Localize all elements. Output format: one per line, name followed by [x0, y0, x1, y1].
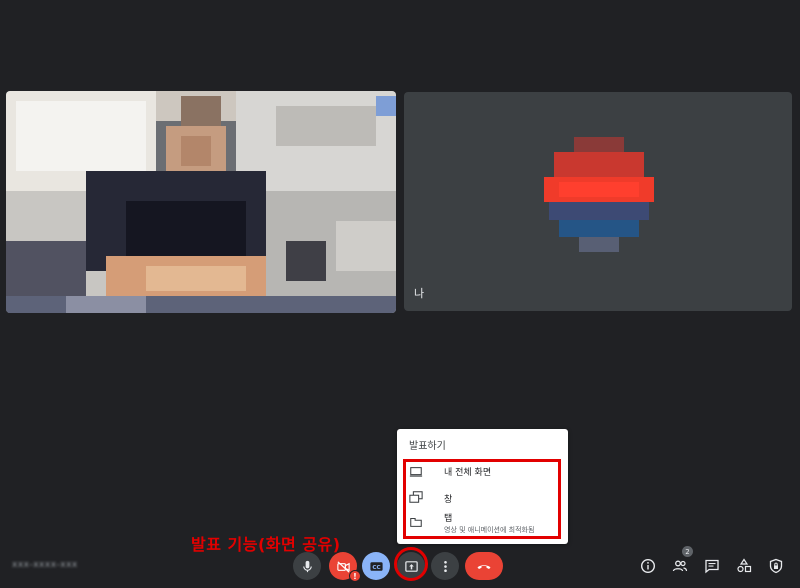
end-call-icon: [477, 565, 491, 569]
host-controls-button[interactable]: [765, 555, 787, 577]
microphone-icon: [302, 560, 312, 572]
info-icon: [640, 558, 656, 574]
chat-button[interactable]: [701, 555, 723, 577]
more-options-button[interactable]: [431, 552, 459, 580]
present-button-highlight: [394, 547, 428, 581]
microphone-button[interactable]: [293, 552, 321, 580]
self-participant-tile: 나: [404, 92, 792, 311]
participant-count-badge: 2: [682, 546, 693, 557]
shield-lock-icon: [769, 558, 783, 574]
more-vert-icon: [443, 560, 447, 572]
captions-icon: CC: [369, 561, 383, 570]
annotation-box: [403, 459, 561, 539]
chat-icon: [705, 559, 719, 574]
captions-button[interactable]: CC: [362, 552, 390, 580]
remote-participant-tile: [6, 91, 396, 313]
activities-shapes-icon: [737, 558, 752, 573]
meeting-id: xxx-xxxx-xxx: [12, 560, 78, 570]
self-avatar-pixelated: [534, 137, 664, 262]
present-menu-title: 발표하기: [409, 441, 446, 452]
meeting-details-button[interactable]: [637, 555, 659, 577]
camera-off-icon: [336, 560, 350, 573]
annotation-label: 발표 기능(화면 공유): [191, 535, 341, 554]
present-menu: 발표하기 내 전체 화면 창 탭 영상 및 애니메이션에 최적화됨: [397, 429, 568, 544]
remote-video-pixelated: [6, 91, 396, 313]
svg-text:CC: CC: [372, 564, 380, 570]
people-icon: [672, 560, 688, 572]
people-button[interactable]: [669, 555, 691, 577]
camera-warning-badge: !: [349, 570, 361, 582]
leave-call-button[interactable]: [465, 552, 503, 580]
self-name-label: 나: [414, 287, 425, 300]
activities-button[interactable]: [733, 555, 755, 577]
